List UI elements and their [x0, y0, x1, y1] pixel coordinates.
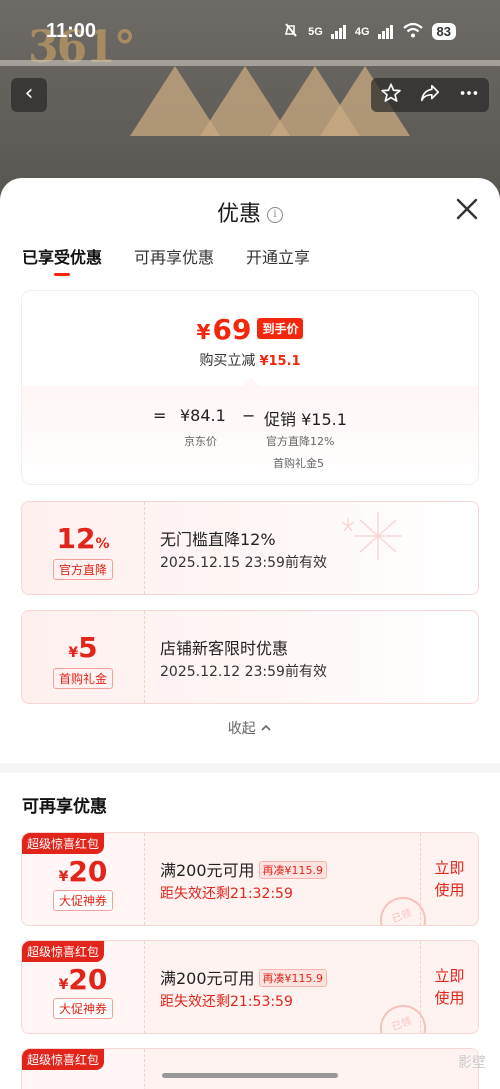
tab-more-available[interactable]: 可再享优惠: [134, 244, 214, 278]
super-surprise-badge: 超级惊喜红包: [22, 1049, 105, 1070]
super-surprise-badge: 超级惊喜红包: [22, 941, 105, 962]
status-bar: 11:00 5G 4G 83: [0, 0, 500, 60]
coupon-type-tag: 大促神券: [52, 890, 113, 911]
coupon-expiry: 2025.12.15 23:59前有效: [160, 555, 327, 571]
reduce-label: 购买立减: [199, 353, 256, 369]
reduce-line: 购买立减 ¥15.1: [22, 350, 478, 370]
status-time: 11:00: [46, 20, 97, 42]
wifi-icon: [402, 22, 424, 41]
sheet-title: 优惠: [216, 202, 261, 227]
red-packet-coupon: 超级惊喜红包: [21, 1048, 479, 1089]
chevron-up-icon: [260, 721, 272, 737]
currency-symbol: ¥: [196, 320, 211, 344]
fireworks-decoration: [341, 512, 402, 560]
price-summary-card: ¥69 到手价 购买立减 ¥15.1 = ¥84.1 − 促销 ¥15.1 京东价…: [21, 290, 479, 485]
final-price-value: 69: [212, 313, 252, 346]
coupon-value: ¥20: [58, 855, 108, 888]
more-icon[interactable]: [458, 82, 480, 108]
net-label: 5G: [308, 25, 323, 38]
discount-sheet: 优惠 i 已享受优惠 可再享优惠 开通立享 ¥69 到手价 购买立减 ¥15.1 =…: [0, 178, 500, 1089]
close-button[interactable]: [454, 196, 480, 222]
share-icon[interactable]: [419, 82, 441, 108]
jd-price: ¥84.1: [180, 406, 226, 425]
addon-amount-tag: 再凑¥115.9: [258, 861, 328, 879]
discount-tabs: 已享受优惠 可再享优惠 开通立享: [22, 244, 310, 278]
coupon-value: ¥5: [68, 631, 98, 664]
tab-open-to-enjoy[interactable]: 开通立享: [246, 244, 310, 278]
final-price-badge: 到手价: [257, 318, 304, 339]
use-now-button[interactable]: 立即 使用: [420, 833, 478, 925]
mute-icon: [282, 22, 300, 41]
chevron-left-icon: ‹: [24, 81, 34, 106]
status-icons: 5G 4G 83: [282, 22, 456, 41]
close-icon: [456, 198, 478, 220]
jd-price-label: 京东价: [184, 435, 217, 448]
tab-enjoyed[interactable]: 已享受优惠: [22, 244, 102, 278]
promo-detail: 首购礼金5: [273, 457, 324, 470]
coupon-title: 满200元可用 再凑¥115.9: [160, 965, 328, 989]
red-packet-coupon: ¥20 大促神券 超级惊喜红包 满200元可用 再凑¥115.9 距失效还剩21:…: [21, 940, 479, 1034]
reduce-amount: ¥15.1: [259, 354, 301, 369]
applied-coupon-card: ¥5 首购礼金 店铺新客限时优惠 2025.12.12 23:59前有效: [21, 610, 479, 704]
signal-icon: [330, 24, 347, 39]
promo-total: 促销 ¥15.1: [264, 410, 347, 429]
home-indicator[interactable]: [162, 1073, 338, 1078]
addon-amount-tag: 再凑¥115.9: [258, 969, 328, 987]
info-icon[interactable]: i: [267, 207, 283, 223]
coupon-type-tag: 首购礼金: [52, 668, 113, 689]
equals-sign: =: [153, 406, 167, 425]
use-now-button[interactable]: 立即 使用: [420, 941, 478, 1033]
coupon-expiry: 2025.12.12 23:59前有效: [160, 664, 327, 680]
coupon-title: 店铺新客限时优惠: [160, 639, 289, 658]
applied-coupon-card: 12% 官方直降 无门槛直降12% 2025.12.15 23:59前有效: [21, 501, 479, 595]
minus-sign: −: [242, 406, 256, 425]
signal-icon: [377, 24, 394, 39]
coupon-type-tag: 大促神券: [52, 998, 113, 1019]
top-actions: [371, 78, 489, 112]
sheet-header: 优惠 i: [0, 196, 500, 228]
super-surprise-badge: 超级惊喜红包: [22, 833, 105, 854]
coupon-value: 12%: [56, 522, 110, 555]
coupon-countdown: 距失效还剩21:32:59: [160, 886, 293, 902]
coupon-title: 满200元可用 再凑¥115.9: [160, 857, 328, 881]
coupon-countdown: 距失效还剩21:53:59: [160, 994, 293, 1010]
collapse-button[interactable]: 收起: [0, 718, 500, 738]
coupon-value: ¥20: [58, 963, 108, 996]
section-divider: [0, 763, 500, 773]
net-label: 4G: [354, 25, 370, 38]
more-discounts-title: 可再享优惠: [22, 797, 107, 817]
favorite-star-icon[interactable]: [380, 82, 402, 108]
collapse-label: 收起: [227, 721, 256, 737]
coupon-type-tag: 官方直降: [52, 559, 113, 580]
final-price: ¥69: [197, 313, 252, 346]
watermark: 影壁: [458, 1055, 486, 1071]
back-button[interactable]: ‹: [11, 78, 47, 112]
price-breakdown: = ¥84.1 − 促销 ¥15.1 京东价 官方直降12% 首购礼金5: [22, 378, 478, 484]
battery-indicator: 83: [431, 23, 456, 40]
coupon-title: 无门槛直降12%: [160, 530, 276, 549]
red-packet-coupon: ¥20 大促神券 超级惊喜红包 满200元可用 再凑¥115.9 距失效还剩21:…: [21, 832, 479, 926]
promo-detail: 官方直降12%: [266, 435, 335, 448]
